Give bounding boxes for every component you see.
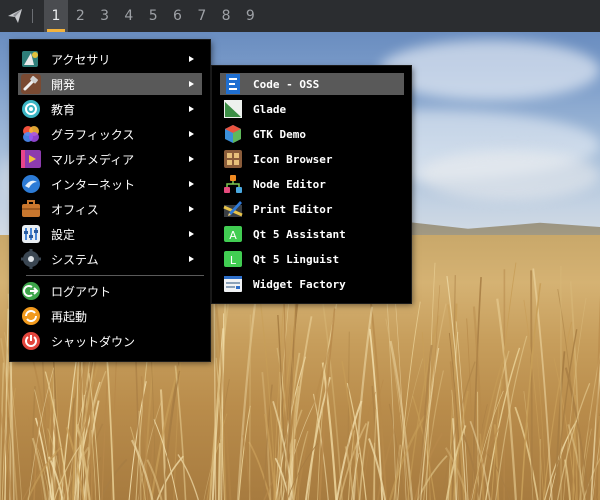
shutdown-icon xyxy=(21,331,41,351)
menu-item-system[interactable]: システム xyxy=(18,248,202,270)
submenu-arrow-icon xyxy=(189,206,194,212)
submenu-item-label: Code - OSS xyxy=(253,77,320,91)
submenu-item-node-editor[interactable]: Node Editor xyxy=(220,173,404,195)
svg-text:A: A xyxy=(229,229,237,242)
submenu-item-print-editor[interactable]: Print Editor xyxy=(220,198,404,220)
workspace-7-button[interactable]: 7 xyxy=(190,0,214,32)
submenu-arrow-icon xyxy=(189,56,194,62)
submenu-arrow-icon xyxy=(189,231,194,237)
development-submenu: Code - OSS Glade GTK Demo Icon Browser Node … xyxy=(212,66,411,303)
paper-plane-icon xyxy=(8,9,22,23)
submenu-arrow-icon xyxy=(189,106,194,112)
submenu-item-label: GTK Demo xyxy=(253,127,306,141)
menu-item-label: アクセサリ xyxy=(51,52,111,67)
menu-item-multimedia[interactable]: マルチメディア xyxy=(18,148,202,170)
submenu-arrow-icon xyxy=(189,131,194,137)
workspace-3-button[interactable]: 3 xyxy=(93,0,117,32)
menu-item-label: 開発 xyxy=(51,77,76,92)
top-panel: 123456789 xyxy=(0,0,600,32)
submenu-arrow-icon xyxy=(189,256,194,262)
menu-item-label: オフィス xyxy=(51,202,99,217)
submenu-item-qt-linguist[interactable]: L Qt 5 Linguist xyxy=(220,248,404,270)
menu-item-label: ログアウト xyxy=(51,284,112,299)
application-menu: アクセサリ開発教育グラフィックス マルチメディア インターネット オフィス設定システム… xyxy=(10,40,210,361)
settings-icon xyxy=(21,224,41,244)
menu-item-graphics[interactable]: グラフィックス xyxy=(18,123,202,145)
node-editor-icon xyxy=(223,174,243,194)
menu-item-internet[interactable]: インターネット xyxy=(18,173,202,195)
submenu-item-label: Qt 5 Assistant xyxy=(253,227,346,241)
menu-item-label: インターネット xyxy=(51,177,136,192)
submenu-arrow-icon xyxy=(189,156,194,162)
workspace-4-button[interactable]: 4 xyxy=(117,0,141,32)
submenu-item-widget-factory[interactable]: Widget Factory xyxy=(220,273,404,295)
menu-item-education[interactable]: 教育 xyxy=(18,98,202,120)
multimedia-icon xyxy=(21,149,41,169)
submenu-item-label: Glade xyxy=(253,102,287,116)
workspace-6-button[interactable]: 6 xyxy=(166,0,190,32)
panel-separator xyxy=(32,9,33,23)
menu-item-label: システム xyxy=(51,252,99,267)
reboot-icon xyxy=(21,306,41,326)
workspace-9-button[interactable]: 9 xyxy=(238,0,262,32)
launcher-button[interactable] xyxy=(6,7,24,25)
widget-factory-icon xyxy=(223,274,243,294)
svg-text:L: L xyxy=(230,254,237,267)
submenu-item-label: Icon Browser xyxy=(253,152,333,166)
submenu-item-label: Print Editor xyxy=(253,202,333,216)
qt-linguist-icon: L xyxy=(223,249,243,269)
submenu-item-label: Widget Factory xyxy=(253,277,346,291)
gtk-demo-icon xyxy=(223,124,243,144)
workspace-2-button[interactable]: 2 xyxy=(68,0,92,32)
menu-item-office[interactable]: オフィス xyxy=(18,198,202,220)
graphics-icon xyxy=(21,124,41,144)
internet-icon xyxy=(21,174,41,194)
icon-browser-icon xyxy=(223,149,243,169)
logout-icon xyxy=(21,281,41,301)
workspace-1-button[interactable]: 1 xyxy=(44,0,68,32)
menu-item-label: シャットダウン xyxy=(51,334,136,349)
submenu-item-qt-assistant[interactable]: A Qt 5 Assistant xyxy=(220,223,404,245)
education-icon xyxy=(21,99,41,119)
menu-separator xyxy=(26,275,204,276)
menu-item-logout[interactable]: ログアウト xyxy=(18,280,202,302)
submenu-item-glade[interactable]: Glade xyxy=(220,98,404,120)
submenu-item-label: Qt 5 Linguist xyxy=(253,252,340,266)
submenu-item-icon-browser[interactable]: Icon Browser xyxy=(220,148,404,170)
development-icon xyxy=(21,74,41,94)
code-oss-icon xyxy=(223,74,243,94)
workspace-8-button[interactable]: 8 xyxy=(214,0,238,32)
system-icon xyxy=(21,249,41,269)
menu-item-label: 教育 xyxy=(51,102,76,117)
submenu-arrow-icon xyxy=(189,181,194,187)
qt-assistant-icon: A xyxy=(223,224,243,244)
menu-item-reboot[interactable]: 再起動 xyxy=(18,305,202,327)
office-icon xyxy=(21,199,41,219)
menu-item-label: グラフィックス xyxy=(51,127,135,142)
menu-item-settings[interactable]: 設定 xyxy=(18,223,202,245)
menu-item-label: 設定 xyxy=(51,227,76,242)
submenu-item-code-oss[interactable]: Code - OSS xyxy=(220,73,404,95)
submenu-arrow-icon xyxy=(189,81,194,87)
menu-item-development[interactable]: 開発 xyxy=(18,73,202,95)
accessories-icon xyxy=(21,49,41,69)
submenu-item-gtk-demo[interactable]: GTK Demo xyxy=(220,123,404,145)
menu-item-shutdown[interactable]: シャットダウン xyxy=(18,330,202,352)
workspace-5-button[interactable]: 5 xyxy=(141,0,165,32)
menu-item-accessories[interactable]: アクセサリ xyxy=(18,48,202,70)
menu-item-label: 再起動 xyxy=(51,309,88,324)
menu-item-label: マルチメディア xyxy=(51,152,135,167)
submenu-item-label: Node Editor xyxy=(253,177,326,191)
print-editor-icon xyxy=(223,199,243,219)
glade-icon xyxy=(223,99,243,119)
